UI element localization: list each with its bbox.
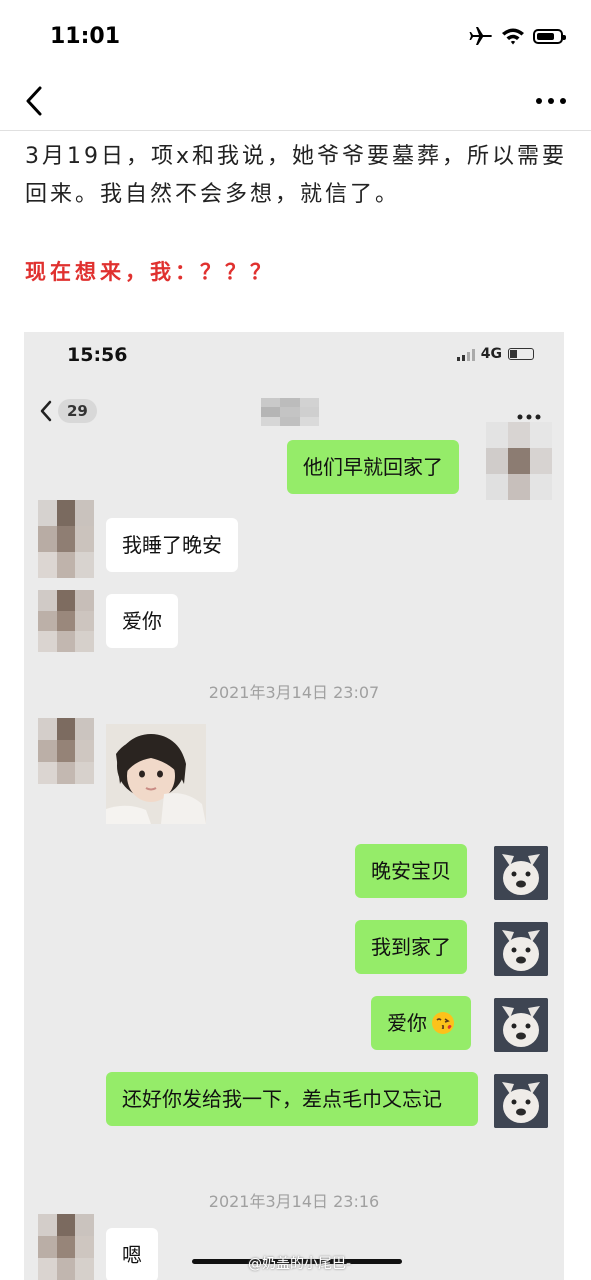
avatar-pixelated (38, 718, 94, 784)
message-bubble-in: 我睡了晚安 (106, 518, 238, 572)
child-photo-image (106, 724, 206, 824)
chat-title-pixelated (261, 398, 319, 426)
article-body: 3月19日，项x和我说，她爷爷要墓葬，所以需要回来。我自然不会多想，就信了。 (25, 138, 570, 214)
message-bubble-in: 爱你 (106, 594, 178, 648)
avatar-pixelated (38, 500, 94, 578)
dog-avatar-image (494, 846, 548, 900)
battery-icon (533, 28, 566, 44)
network-label: 4G (480, 346, 502, 362)
dog-avatar-image (494, 1074, 548, 1128)
message-bubble-in: 嗯 (106, 1228, 158, 1280)
chat-header: 29 (24, 392, 564, 432)
message-bubble-out: 他们早就回家了 (287, 440, 459, 494)
airplane-icon (469, 27, 492, 45)
more-button[interactable] (533, 89, 573, 113)
nav-bar (0, 75, 591, 131)
status-icons (469, 26, 566, 46)
avatar-pixelated (38, 1214, 94, 1280)
avatar-pixelated (38, 590, 94, 652)
dog-avatar (494, 846, 548, 900)
kiss-emoji-icon (432, 1012, 454, 1034)
chat-timestamp: 2021年3月14日 23:16 (208, 1192, 380, 1211)
chevron-left-icon (26, 86, 42, 116)
embedded-chat-screenshot: 15:56 4G 29 他们早就回家了 我睡了晚安 爱你 2021年3月14日 … (24, 332, 564, 1280)
ellipsis-icon (536, 98, 566, 104)
chat-back-button[interactable]: 29 (38, 398, 97, 424)
back-button[interactable] (18, 81, 54, 121)
status-bar: 11:01 (0, 0, 591, 75)
dog-avatar-image (494, 922, 548, 976)
signal-icon (456, 348, 475, 361)
message-text: 爱你 (387, 1011, 427, 1035)
ellipsis-icon (517, 414, 541, 420)
screenshot-status-time: 15:56 (67, 344, 128, 366)
dog-avatar (494, 998, 548, 1052)
screenshot-status-icons: 4G (456, 346, 534, 362)
status-time: 11:01 (50, 24, 121, 49)
watermark: @奶盖的小尾巴- (248, 1256, 352, 1272)
unread-count-badge: 29 (58, 399, 97, 423)
avatar-pixelated (486, 422, 552, 500)
screenshot-battery-icon (508, 348, 534, 360)
chevron-left-icon (40, 400, 52, 422)
chat-timestamp: 2021年3月14日 23:07 (208, 683, 380, 702)
message-bubble-out: 爱你 (371, 996, 471, 1050)
wifi-icon (502, 28, 524, 45)
message-bubble-out: 还好你发给我一下，差点毛巾又忘记 (106, 1072, 478, 1126)
dog-avatar (494, 922, 548, 976)
message-image[interactable] (106, 724, 206, 824)
message-bubble-out: 晚安宝贝 (355, 844, 467, 898)
message-bubble-out: 我到家了 (355, 920, 467, 974)
article-paragraph: 3月19日，项x和我说，她爷爷要墓葬，所以需要回来。我自然不会多想，就信了。 (25, 144, 568, 207)
dog-avatar-image (494, 998, 548, 1052)
dog-avatar (494, 1074, 548, 1128)
article-highlight: 现在想来，我：？？？ (25, 260, 275, 284)
